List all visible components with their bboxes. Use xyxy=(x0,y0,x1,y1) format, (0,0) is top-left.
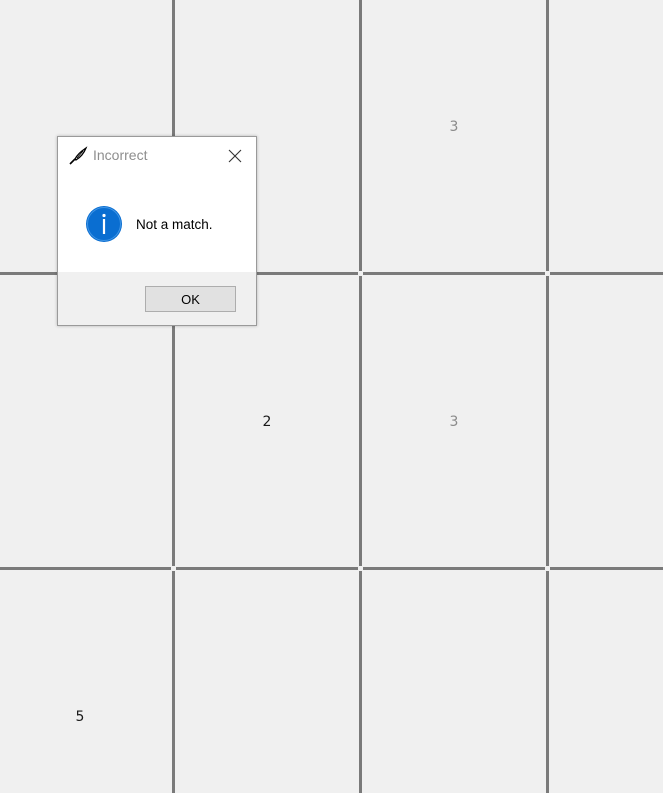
dialog-message: Not a match. xyxy=(136,217,213,232)
game-tile[interactable]: 5 xyxy=(0,570,175,793)
grid-line-vertical xyxy=(546,0,549,793)
grid-gap xyxy=(358,271,363,276)
close-icon xyxy=(228,149,242,163)
message-dialog: Incorrect Not a match. OK xyxy=(57,136,257,326)
dialog-content: Not a match. xyxy=(58,175,256,272)
quill-pen-icon xyxy=(69,146,88,165)
grid-line-horizontal xyxy=(0,567,663,570)
game-tile[interactable] xyxy=(549,275,663,570)
info-icon xyxy=(86,206,122,242)
close-button[interactable] xyxy=(222,145,248,167)
tile-label: 5 xyxy=(75,709,85,725)
game-tile[interactable] xyxy=(549,0,663,275)
game-tile[interactable] xyxy=(175,570,362,793)
grid-gap xyxy=(171,566,176,571)
game-board: 3 2 3 5 xyxy=(0,0,663,793)
dialog-title: Incorrect xyxy=(93,147,148,163)
game-tile[interactable]: 3 xyxy=(362,275,549,570)
game-tile[interactable]: 3 xyxy=(362,0,549,275)
dialog-footer: OK xyxy=(58,272,256,325)
grid-line-vertical xyxy=(172,0,175,793)
tile-label: 3 xyxy=(449,414,459,430)
tile-label: 2 xyxy=(262,414,272,430)
grid-gap xyxy=(545,566,550,571)
grid-gap xyxy=(358,566,363,571)
dialog-titlebar[interactable]: Incorrect xyxy=(58,137,256,175)
ok-button[interactable]: OK xyxy=(145,286,236,312)
tile-label: 3 xyxy=(449,119,459,135)
game-tile[interactable] xyxy=(549,570,663,793)
grid-line-vertical xyxy=(359,0,362,793)
game-tile[interactable] xyxy=(362,570,549,793)
grid-gap xyxy=(545,271,550,276)
